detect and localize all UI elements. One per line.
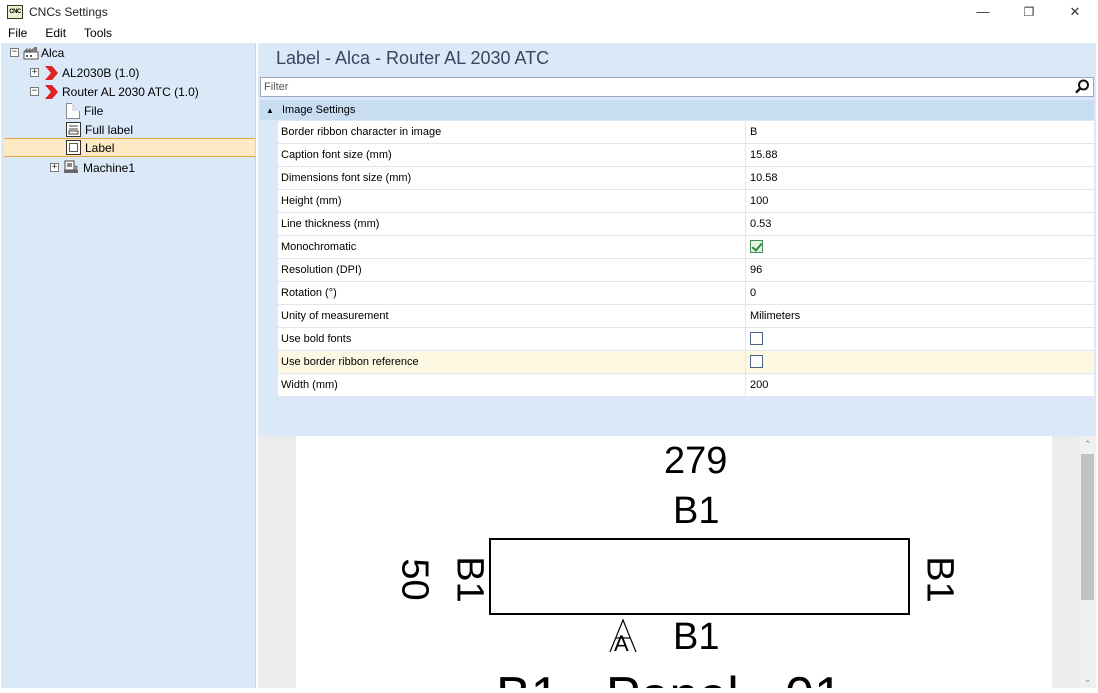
- section-image-settings[interactable]: ▲ Image Settings: [260, 100, 1094, 120]
- bottom-ribbon-label: B1: [673, 616, 720, 658]
- property-name: Use border ribbon reference: [278, 351, 746, 374]
- navigation-tree: − Alca + AL2030B (1.0) − Router AL 2030 …: [1, 43, 256, 688]
- property-row[interactable]: Height (mm) 100: [260, 190, 1094, 213]
- tree-item-label-selected[interactable]: Label: [4, 138, 255, 157]
- preview-scrollbar[interactable]: ⌃ ⌄: [1079, 436, 1096, 688]
- menu-file[interactable]: File: [0, 23, 36, 43]
- settings-panel: Label - Alca - Router AL 2030 ATC ▲ Imag…: [258, 43, 1096, 688]
- property-name: Border ribbon character in image: [278, 121, 746, 144]
- property-name: Use bold fonts: [278, 328, 746, 351]
- minimize-button[interactable]: —: [960, 0, 1006, 23]
- page-title: Label - Alca - Router AL 2030 ATC: [276, 48, 550, 68]
- property-row[interactable]: Caption font size (mm) 15.88: [260, 144, 1094, 167]
- scroll-up-icon[interactable]: ⌃: [1079, 436, 1096, 453]
- tree-item-label: Machine1: [83, 160, 136, 175]
- machine-icon: [64, 160, 78, 173]
- machine-chevron-icon: [45, 84, 58, 99]
- maximize-button[interactable]: ❐: [1006, 0, 1052, 23]
- panel-caption: B1 - Panel - 01: [496, 666, 843, 688]
- bold-fonts-checkbox[interactable]: [750, 332, 763, 345]
- property-row[interactable]: Use bold fonts: [260, 328, 1094, 351]
- property-name: Unity of measurement: [278, 305, 746, 328]
- tree-item-label: AL2030B (1.0): [62, 65, 140, 80]
- window-controls: — ❐ ✕: [960, 0, 1098, 23]
- property-value-input[interactable]: 200: [746, 374, 1094, 397]
- property-row[interactable]: Border ribbon character in image B: [260, 121, 1094, 144]
- property-name: Rotation (°): [278, 282, 746, 305]
- left-ribbon-label: B1: [448, 556, 491, 603]
- search-icon[interactable]: [1073, 78, 1091, 96]
- factory-icon: [23, 46, 39, 59]
- file-icon: [66, 102, 80, 119]
- expand-icon[interactable]: +: [30, 68, 39, 77]
- full-label-icon: [66, 122, 81, 137]
- property-value-input[interactable]: 10.58: [746, 167, 1094, 190]
- property-row[interactable]: Width (mm) 200: [260, 374, 1094, 397]
- height-dimension: 50: [393, 558, 436, 601]
- tree-item-router[interactable]: − Router AL 2030 ATC (1.0): [30, 82, 199, 101]
- tree-item-al2030b[interactable]: + AL2030B (1.0): [30, 63, 139, 82]
- tree-item-root[interactable]: − Alca: [10, 43, 64, 62]
- machine-chevron-icon: [45, 65, 58, 80]
- property-value-input[interactable]: 15.88: [746, 144, 1094, 167]
- property-name: Dimensions font size (mm): [278, 167, 746, 190]
- property-name: Caption font size (mm): [278, 144, 746, 167]
- property-row[interactable]: Use border ribbon reference: [260, 351, 1094, 374]
- close-button[interactable]: ✕: [1052, 0, 1098, 23]
- property-row[interactable]: Monochromatic: [260, 236, 1094, 259]
- preview-canvas: 279 B1 50 B1 B1 A B1 B1 - Panel - 01: [296, 436, 1052, 688]
- property-grid: Border ribbon character in image B Capti…: [260, 121, 1094, 397]
- monochromatic-checkbox[interactable]: [750, 240, 763, 253]
- property-name: Width (mm): [278, 374, 746, 397]
- top-ribbon-label: B1: [673, 490, 720, 532]
- property-name: Resolution (DPI): [278, 259, 746, 282]
- panel-rectangle: [489, 538, 910, 615]
- label-preview: 279 B1 50 B1 B1 A B1 B1 - Panel - 01 ⌃ ⌄: [258, 436, 1096, 688]
- section-title: Image Settings: [282, 104, 356, 116]
- property-name: Line thickness (mm): [278, 213, 746, 236]
- right-ribbon-label: B1: [918, 556, 961, 603]
- border-ribbon-checkbox[interactable]: [750, 355, 763, 368]
- property-row[interactable]: Dimensions font size (mm) 10.58: [260, 167, 1094, 190]
- property-row[interactable]: Unity of measurement Milimeters: [260, 305, 1094, 328]
- property-value-select[interactable]: Milimeters: [746, 305, 1094, 328]
- property-value-input[interactable]: 0.53: [746, 213, 1094, 236]
- collapse-arrow-icon[interactable]: ▲: [266, 106, 274, 115]
- property-value-input[interactable]: 100: [746, 190, 1094, 213]
- property-row[interactable]: Line thickness (mm) 0.53: [260, 213, 1094, 236]
- menu-edit[interactable]: Edit: [36, 23, 75, 43]
- property-name: Monochromatic: [278, 236, 746, 259]
- property-value-input[interactable]: B: [746, 121, 1094, 144]
- tree-item-file[interactable]: File: [66, 101, 103, 120]
- expand-icon[interactable]: +: [50, 163, 59, 172]
- property-value-input[interactable]: 96: [746, 259, 1094, 282]
- property-row[interactable]: Resolution (DPI) 96: [260, 259, 1094, 282]
- tree-item-machine1[interactable]: + Machine1: [50, 158, 135, 177]
- property-name: Height (mm): [278, 190, 746, 213]
- tree-item-label: Alca: [41, 45, 65, 60]
- scroll-thumb[interactable]: [1081, 454, 1094, 600]
- filter-input[interactable]: [261, 81, 1073, 93]
- collapse-icon[interactable]: −: [30, 87, 39, 96]
- tree-item-label: File: [84, 103, 104, 118]
- title-bar: CNC CNCs Settings — ❐ ✕: [0, 0, 1098, 23]
- property-value-input[interactable]: 0: [746, 282, 1094, 305]
- collapse-icon[interactable]: −: [10, 48, 19, 57]
- menu-tools[interactable]: Tools: [75, 23, 121, 43]
- scroll-down-icon[interactable]: ⌄: [1079, 671, 1096, 688]
- grain-marker-label: A: [614, 631, 629, 656]
- tree-item-full-label[interactable]: Full label: [66, 120, 133, 139]
- tree-item-label: Router AL 2030 ATC (1.0): [62, 84, 199, 99]
- label-icon: [66, 140, 81, 155]
- menu-bar: File Edit Tools: [0, 23, 1098, 43]
- window-title: CNCs Settings: [29, 4, 108, 19]
- app-icon: CNC: [7, 4, 23, 19]
- filter-box: [260, 77, 1094, 97]
- tree-item-label: Label: [85, 140, 115, 155]
- property-row[interactable]: Rotation (°) 0: [260, 282, 1094, 305]
- width-dimension: 279: [664, 440, 728, 482]
- tree-item-label: Full label: [85, 122, 134, 137]
